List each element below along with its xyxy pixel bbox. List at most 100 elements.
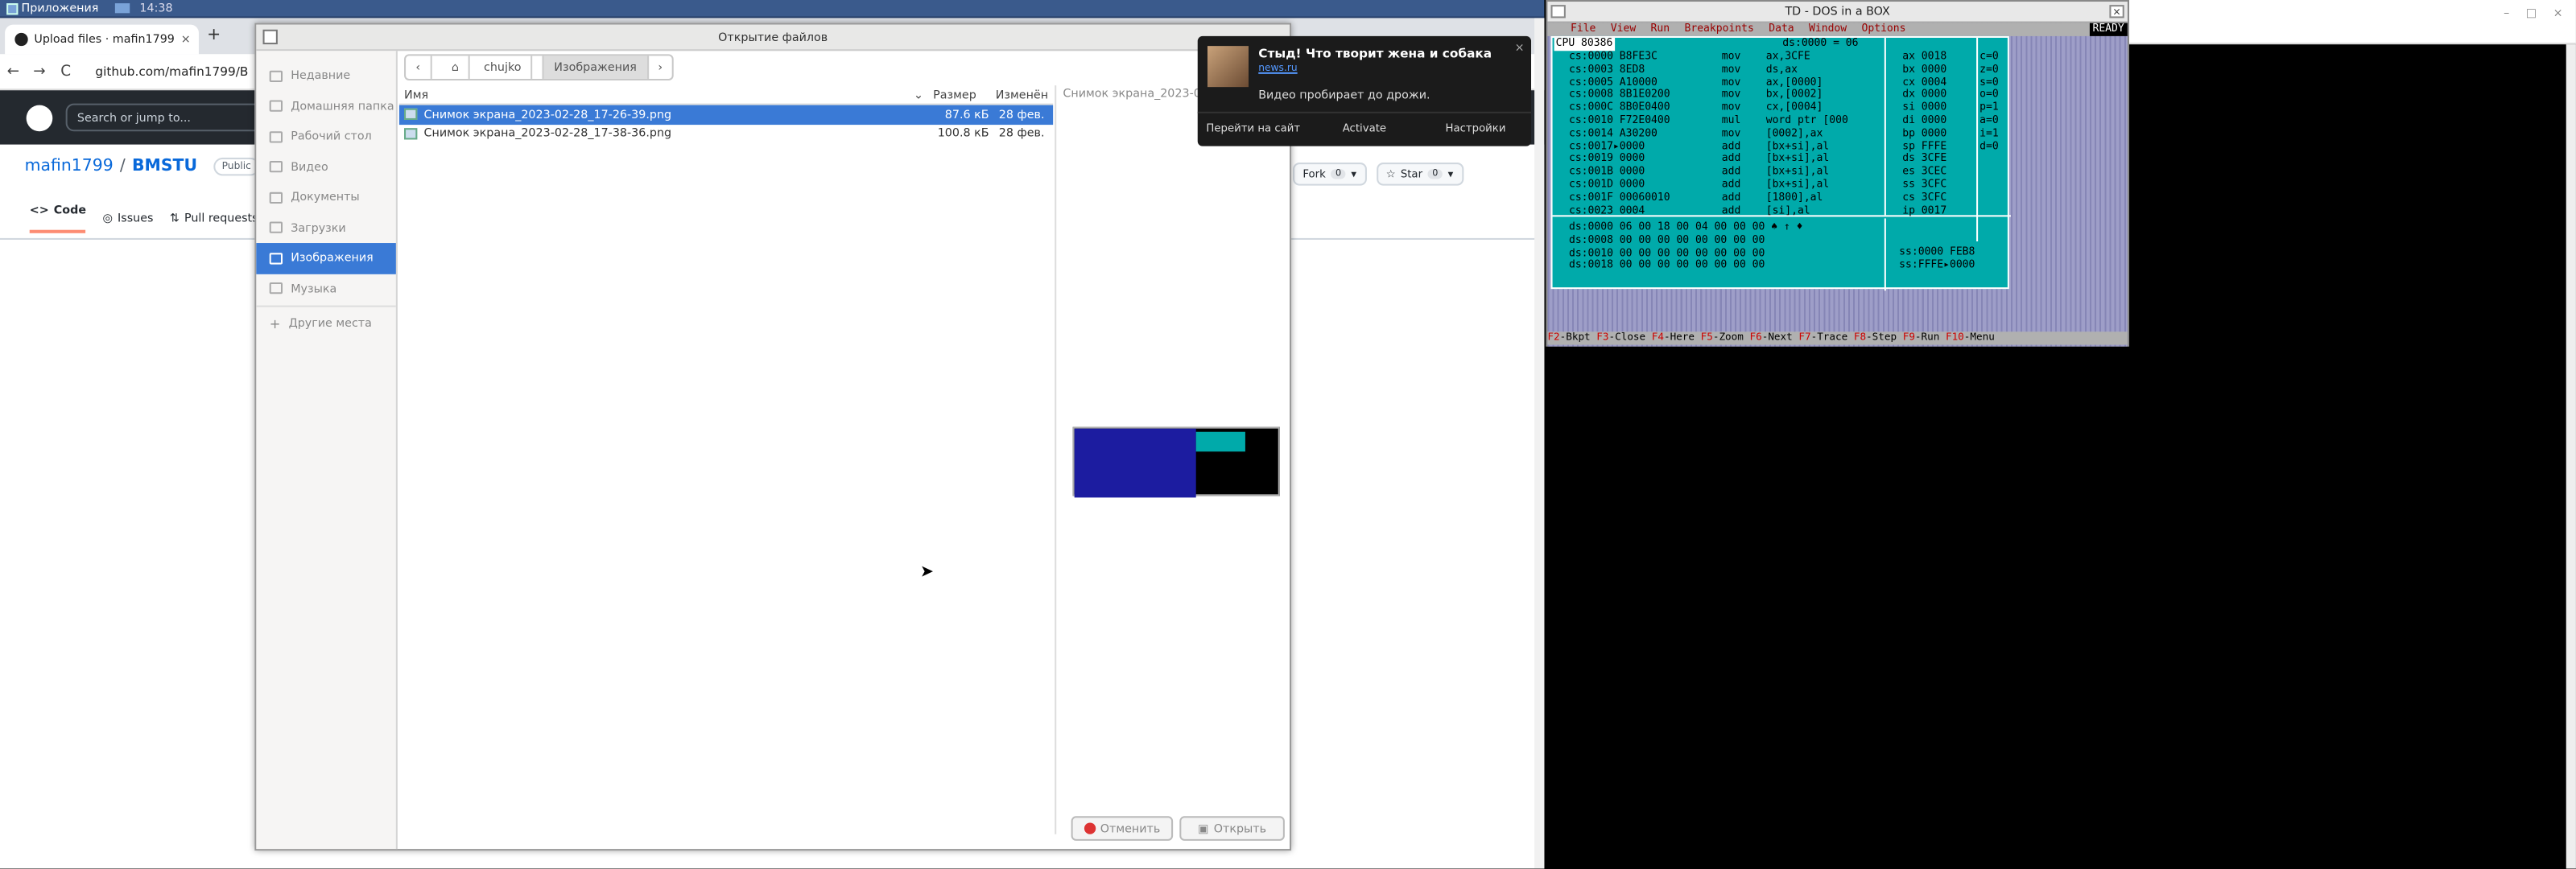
folder-icon[interactable]	[114, 3, 130, 14]
flags-pane: c=0 z=0 s=0 o=0 p=1 a=0 i=1 d=0	[1979, 49, 1999, 152]
fkey-text: -Next	[1761, 332, 1793, 344]
address-bar[interactable]: github.com/mafin1799/B	[95, 64, 248, 79]
sidebar-item-other-places[interactable]: + Другие места	[256, 309, 395, 340]
folder-icon	[269, 130, 283, 143]
sidebar-item-home[interactable]: Домашняя папка	[256, 91, 395, 121]
file-open-dialog: Открытие файлов Недавние Домашняя папка …	[254, 23, 1292, 851]
reload-button[interactable]: C	[52, 64, 79, 80]
dosbox-window: TD - DOS in a BOX × File View Run Breakp…	[1546, 0, 2129, 347]
taskbar: Приложения 14:38	[0, 0, 1545, 19]
sidebar-item-documents[interactable]: Документы	[256, 183, 395, 213]
camera-icon	[269, 252, 283, 265]
menu-window[interactable]: Window	[1809, 22, 1847, 36]
chevron-down-icon[interactable]: ▾	[1351, 167, 1356, 180]
td-menu: File View Run Breakpoints Data Window Op…	[1547, 22, 2128, 36]
close-icon[interactable]: ×	[2553, 6, 2563, 19]
tab-pulls-label: Pull requests	[184, 212, 258, 225]
activate-button[interactable]: Activate	[1309, 113, 1420, 142]
sidebar-item-label: Рабочий стол	[291, 130, 372, 144]
fkey[interactable]: F10-Menu	[1946, 332, 1995, 343]
sidebar-item-recent[interactable]: Недавние	[256, 61, 395, 92]
menu-file[interactable]: File	[1571, 22, 1596, 36]
notification-title: Стыд! Что творит жена и собака	[1258, 46, 1492, 61]
fkey[interactable]: F4-Here	[1652, 332, 1695, 343]
repo-name-link[interactable]: BMSTU	[132, 158, 197, 175]
preview-pane: Снимок экрана_2023-02	[1055, 85, 1290, 834]
fork-button[interactable]: Fork 0 ▾	[1293, 163, 1367, 186]
path-current[interactable]: Изображения	[544, 56, 649, 79]
sidebar-item-downloads[interactable]: Загрузки	[256, 212, 395, 243]
cancel-icon	[1084, 822, 1096, 834]
tab-issues[interactable]: ◎ Issues	[102, 204, 153, 233]
fkey[interactable]: F6-Next	[1750, 332, 1793, 343]
menu-breakpoints[interactable]: Breakpoints	[1684, 22, 1753, 36]
sidebar-item-desktop[interactable]: Рабочий стол	[256, 121, 395, 152]
browser-tab[interactable]: Upload files · mafin1799/BMSTU ×	[5, 24, 199, 55]
fkey-key: F8	[1853, 332, 1867, 344]
right-scrollbar[interactable]	[2566, 44, 2576, 869]
music-icon	[269, 282, 283, 294]
new-tab-button[interactable]: +	[207, 27, 221, 44]
sidebar-item-videos[interactable]: Видео	[256, 152, 395, 183]
sidebar-item-music[interactable]: Музыка	[256, 274, 395, 304]
cancel-button[interactable]: Отменить	[1071, 816, 1174, 841]
fkey[interactable]: F8-Step	[1854, 332, 1897, 343]
registers-pane: ax 0018 bx 0000 cx 0004 dx 0000 si 0000 …	[1902, 49, 1947, 216]
open-button[interactable]: ▣ Открыть	[1179, 816, 1285, 841]
menu-data[interactable]: Data	[1769, 22, 1794, 36]
close-icon[interactable]: ×	[1515, 41, 1525, 54]
file-list-header: Имя ⌄ Размер Изменён	[398, 85, 1054, 105]
dosbox-title: TD - DOS in a BOX	[1547, 2, 2128, 23]
forward-button[interactable]: →	[27, 64, 53, 80]
fkey-key: F7	[1798, 332, 1811, 344]
dialog-title: Открытие файлов	[256, 24, 1290, 51]
fkey[interactable]: F3-Close	[1596, 332, 1645, 343]
fkey[interactable]: F5-Zoom	[1701, 332, 1744, 343]
path-home[interactable]: ⌂ chujko	[431, 56, 545, 79]
settings-button[interactable]: Настройки	[1420, 113, 1531, 142]
close-icon[interactable]: ×	[2109, 5, 2124, 19]
sidebar-item-pictures[interactable]: Изображения	[256, 243, 396, 274]
go-to-site-button[interactable]: Перейти на сайт	[1198, 113, 1309, 142]
fkey-text: -Here	[1663, 332, 1695, 344]
fkey[interactable]: F2-Bkpt	[1547, 332, 1590, 343]
pane-divider	[1884, 218, 1886, 291]
sidebar-item-label: Домашняя папка	[291, 99, 394, 113]
path-forward-button[interactable]: ›	[648, 56, 672, 79]
github-logo-icon[interactable]	[26, 104, 53, 131]
file-row[interactable]: Снимок экрана_2023-02-28_17-26-39.png 87…	[398, 105, 1054, 125]
menu-run[interactable]: Run	[1651, 22, 1670, 36]
github-search-input[interactable]: Search or jump to...	[65, 103, 263, 132]
repo-owner-link[interactable]: mafin1799	[25, 158, 114, 175]
menu-options[interactable]: Options	[1862, 22, 1906, 36]
star-button[interactable]: ☆ Star 0 ▾	[1376, 163, 1463, 186]
column-modified[interactable]: Изменён	[996, 88, 1053, 101]
fkey[interactable]: F9-Run	[1903, 332, 1940, 343]
back-button[interactable]: ←	[0, 64, 27, 80]
menu-view[interactable]: View	[1611, 22, 1636, 36]
cpu-window[interactable]: CPU 80386 ds:0000 = 06 cs:0000 B8FE3C cs…	[1550, 35, 2011, 291]
column-name[interactable]: Имя ⌄	[399, 88, 933, 101]
fkey-text: -Trace	[1810, 332, 1848, 344]
file-size: 100.8 кБ	[937, 126, 989, 140]
maximize-icon[interactable]: □	[2526, 6, 2537, 19]
browser-scrollbar[interactable]	[1534, 18, 1545, 869]
path-home-label: chujko	[474, 56, 533, 79]
fkey-key: F5	[1700, 332, 1713, 344]
tab-close-icon[interactable]: ×	[181, 33, 191, 46]
column-size[interactable]: Размер	[933, 88, 996, 101]
file-row[interactable]: Снимок экрана_2023-02-28_17-38-36.png 10…	[399, 124, 1053, 142]
minimize-icon[interactable]: –	[2504, 6, 2509, 19]
td-screen[interactable]: File View Run Breakpoints Data Window Op…	[1547, 22, 2128, 347]
memory-dump-pane: ds:0000 06 00 18 00 04 00 00 00 ♠ ↑ ♦ ds…	[1568, 220, 1803, 272]
code-addresses: cs:0000 B8FE3C cs:0003 8ED8 cs:0005 A100…	[1568, 49, 1670, 216]
fkey[interactable]: F7-Trace	[1798, 332, 1847, 343]
sidebar-item-label: Документы	[291, 191, 360, 204]
apps-menu[interactable]: Приложения	[0, 0, 105, 17]
path-back-button[interactable]: ‹	[406, 56, 432, 79]
tab-pull-requests[interactable]: ⇅ Pull requests	[170, 204, 258, 233]
tab-code[interactable]: <> Code	[29, 204, 86, 233]
code-instructions: mov ax,3CFE mov ds,ax mov ax,[0000] mov …	[1721, 49, 1848, 216]
chevron-down-icon[interactable]: ▾	[1448, 167, 1454, 180]
notification-link[interactable]: news.ru	[1258, 63, 1297, 74]
